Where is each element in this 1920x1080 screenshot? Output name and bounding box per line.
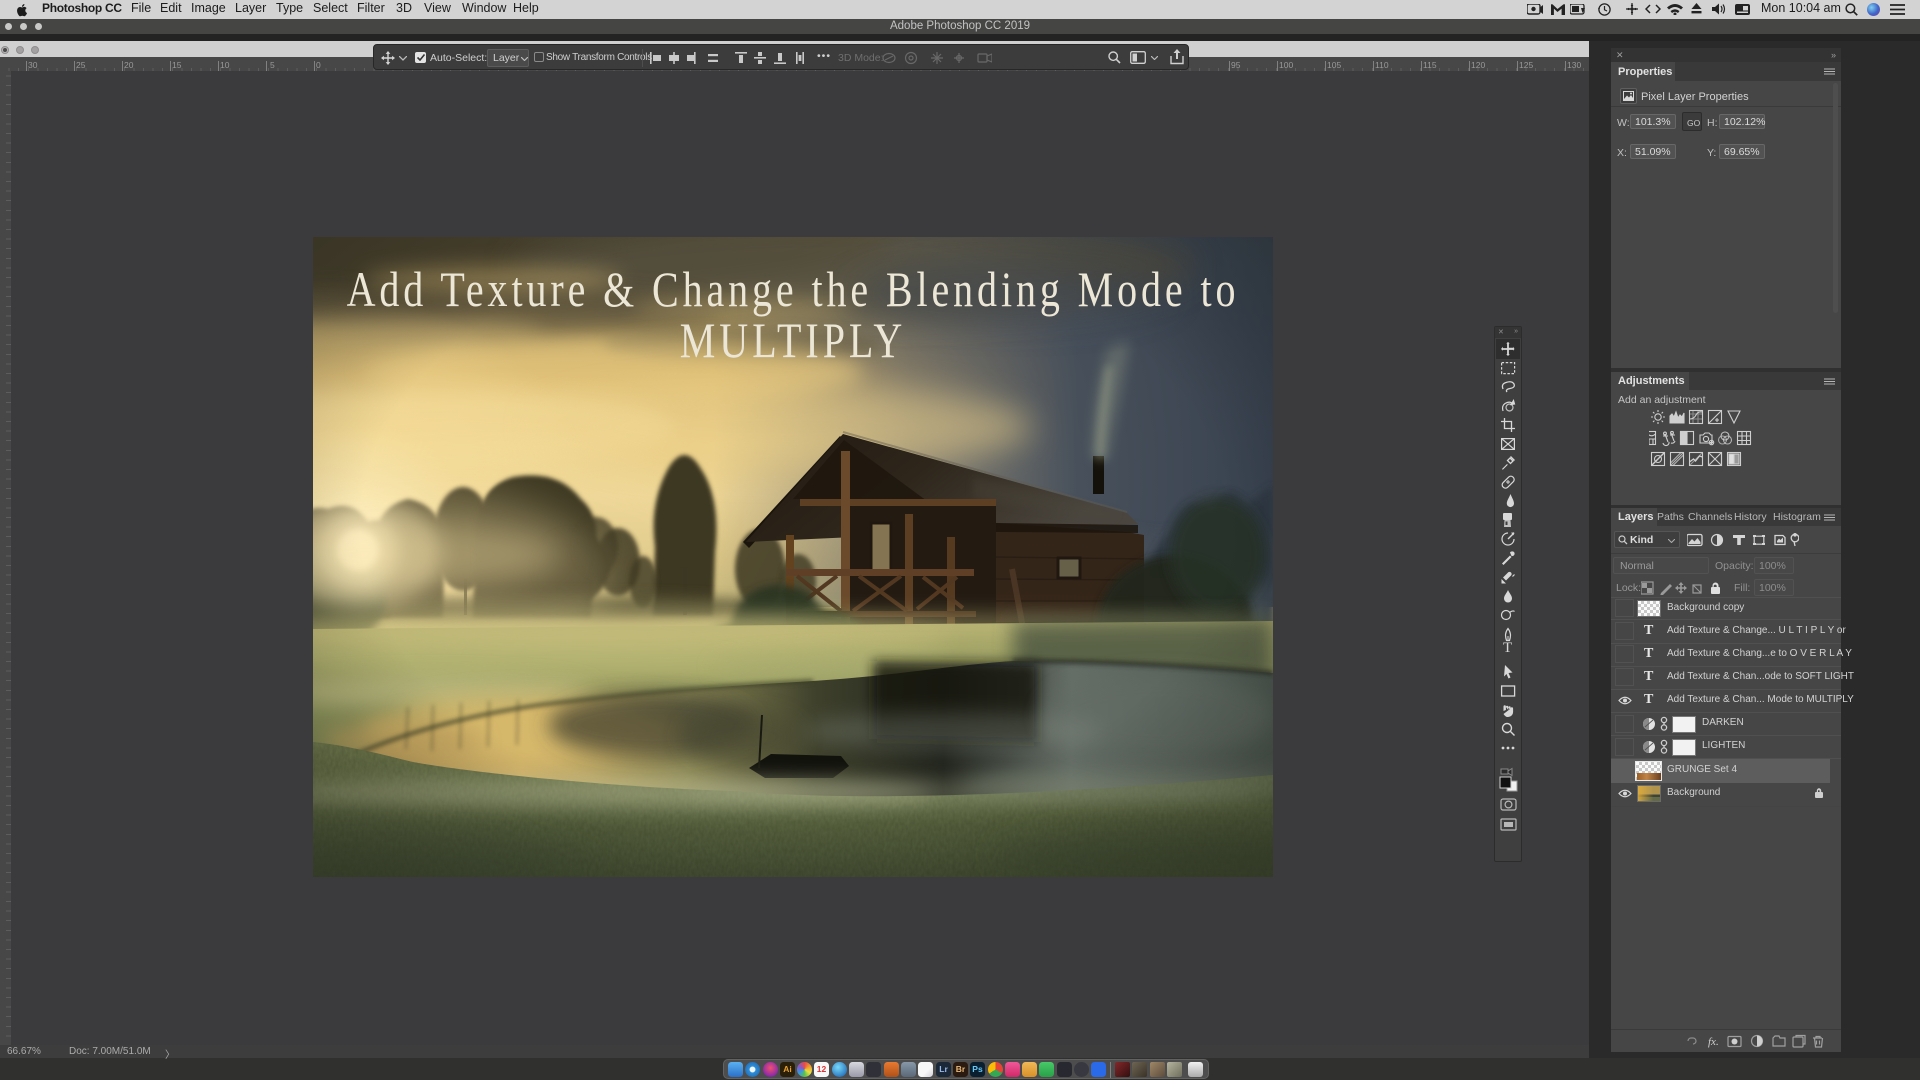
svg-text:T: T [1503,640,1512,656]
svg-text:MULTIPLY: MULTIPLY [680,313,906,368]
svg-text:fx.: fx. [1708,1036,1719,1048]
svg-text:Add Texture & Change the Blend: Add Texture & Change the Blending Mode t… [347,262,1240,317]
